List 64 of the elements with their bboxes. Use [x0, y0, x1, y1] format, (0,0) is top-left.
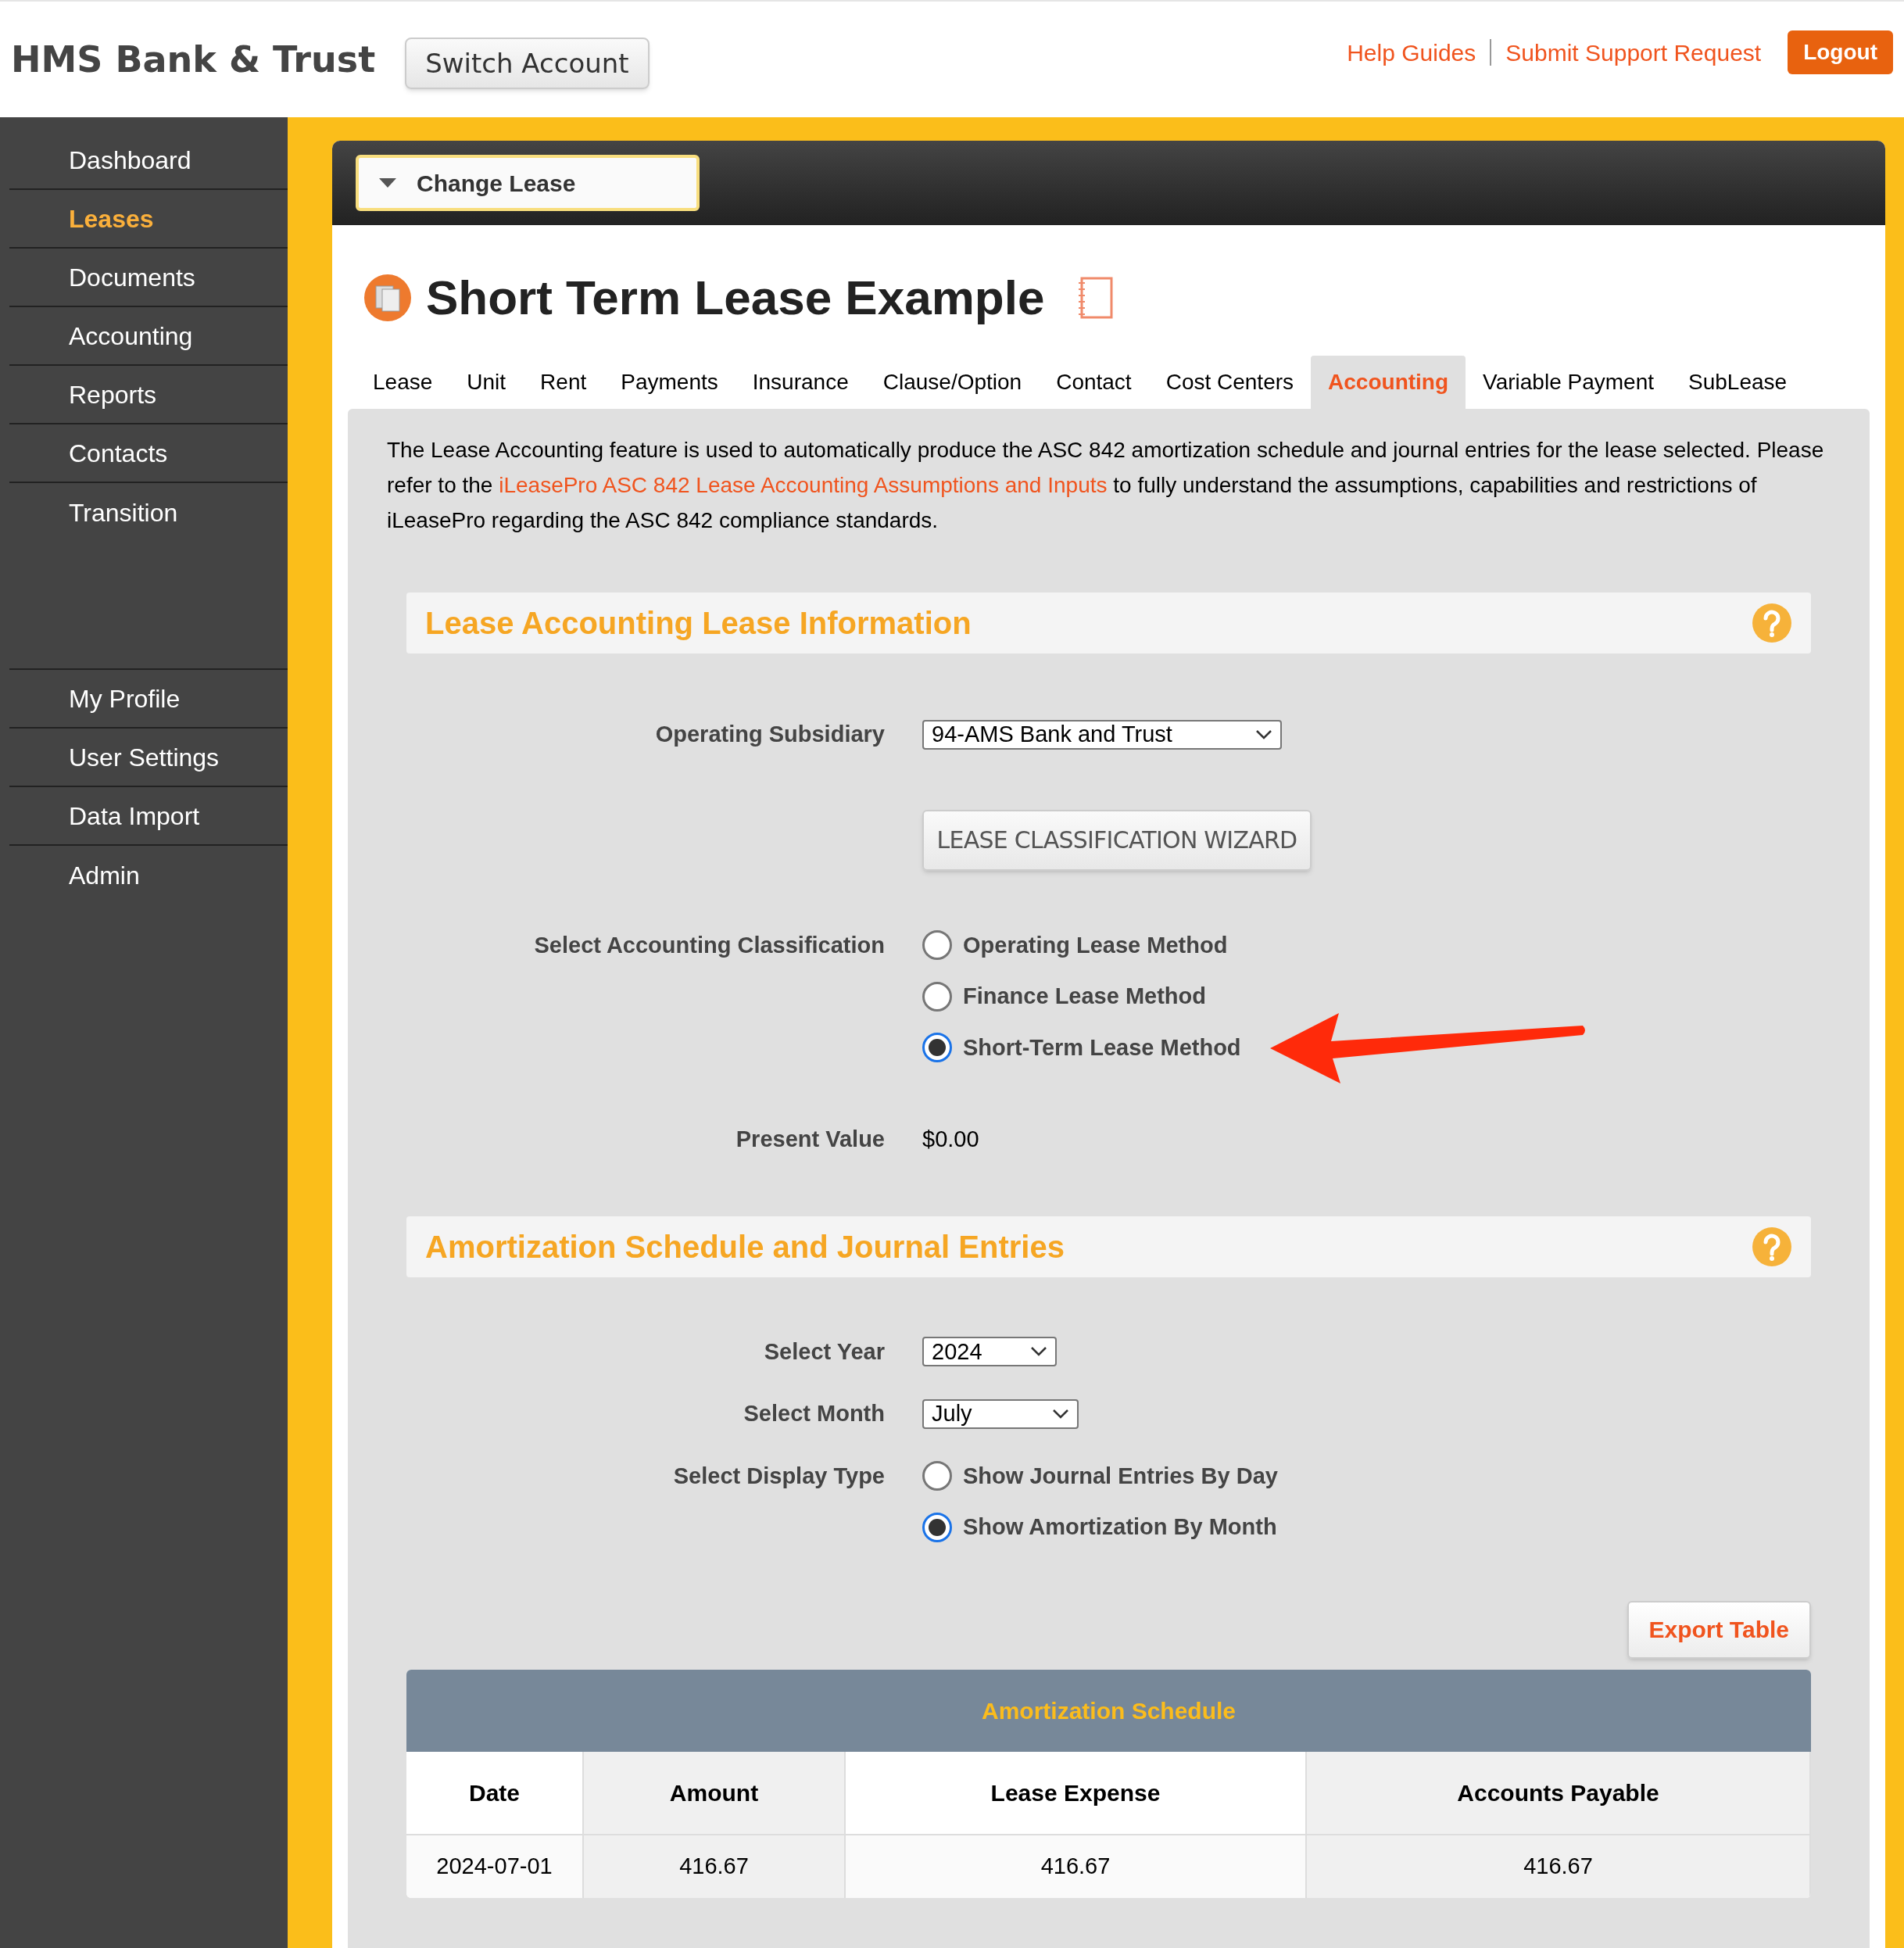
field-label: Select Accounting Classification	[534, 931, 885, 959]
tab[interactable]: Unit	[449, 356, 524, 409]
tab[interactable]: Clause/Option	[865, 356, 1040, 409]
chevron-down-icon	[1255, 729, 1272, 740]
brand-name: HMS Bank & Trust	[11, 37, 376, 82]
tab[interactable]: Cost Centers	[1148, 356, 1312, 409]
select-field[interactable]: 94-AMS Bank and Trust	[922, 719, 1282, 750]
sidebar-item[interactable]: Dashboard	[69, 141, 191, 179]
select-field[interactable]: July	[922, 1398, 1079, 1429]
header-link[interactable]: Help Guides	[1347, 34, 1476, 70]
change-lease-button[interactable]: Change Lease	[356, 155, 700, 211]
tab[interactable]: Rent	[523, 356, 604, 409]
chevron-down-icon	[1030, 1346, 1047, 1358]
caret-down-icon	[379, 178, 396, 188]
field-label: Select Year	[764, 1337, 885, 1366]
radio-button[interactable]	[922, 1512, 952, 1542]
tab[interactable]: Lease	[356, 356, 450, 409]
radio-button[interactable]	[922, 1033, 952, 1063]
tab[interactable]: Payments	[603, 356, 735, 409]
sidebar-item[interactable]: Transition	[69, 493, 178, 532]
lease-classification-wizard-button[interactable]: LEASE CLASSIFICATION WIZARD	[922, 809, 1312, 871]
field-label: Present Value	[735, 1126, 885, 1153]
table-cell: 416.67	[1307, 1835, 1811, 1898]
table-cell: 416.67	[846, 1835, 1307, 1898]
sidebar-item[interactable]: Reports	[69, 375, 157, 414]
column-header: Accounts Payable	[1307, 1751, 1811, 1834]
lease-title: Short Term Lease Example	[426, 270, 1045, 326]
tab[interactable]: Variable Payment	[1466, 356, 1671, 409]
tab[interactable]: SubLease	[1671, 356, 1805, 409]
tab[interactable]: Contact	[1039, 356, 1149, 409]
column-header: Amount	[584, 1751, 846, 1834]
field-label: Operating Subsidiary	[655, 721, 885, 748]
sidebar-item[interactable]: Leases	[69, 199, 154, 238]
sidebar-item[interactable]: Contacts	[69, 434, 168, 472]
table-title: Amortization Schedule	[981, 1696, 1236, 1725]
intro-paragraph: The Lease Accounting feature is used to automatically produce the ASC 842 amortization schedule and journal entries for the lease selected. Please refer to the iLeasePro ASC 842 Lease Accounting Assumptions and Inputs to fully understand the assumptions, capabilities and restrictions of iLeasePro regarding the ASC 842 compliance standards.	[387, 437, 1825, 534]
section-title: Amortization Schedule and Journal Entries	[425, 1228, 1065, 1266]
switch-account-button[interactable]: Switch Account	[405, 38, 650, 89]
radio-label[interactable]: Finance Lease Method	[963, 979, 1206, 1014]
radio-label[interactable]: Short-Term Lease Method	[963, 1030, 1241, 1065]
sidebar-item[interactable]: Accounting	[69, 317, 193, 355]
sidebar-item[interactable]: User Settings	[69, 738, 220, 776]
sidebar-item[interactable]: Documents	[69, 258, 195, 296]
radio-button[interactable]	[922, 930, 952, 961]
table-cell: 2024-07-01	[406, 1835, 584, 1898]
radio-button[interactable]	[922, 981, 952, 1012]
sidebar-item[interactable]: Data Import	[69, 797, 200, 835]
table-cell: 416.67	[584, 1835, 846, 1898]
tab[interactable]: Insurance	[735, 356, 866, 409]
radio-label[interactable]: Show Journal Entries By Day	[963, 1459, 1278, 1493]
present-value: $0.00	[922, 1126, 979, 1151]
header-link[interactable]: Submit Support Request	[1505, 34, 1762, 70]
select-field[interactable]: 2024	[922, 1337, 1057, 1367]
notebook-icon[interactable]	[1077, 276, 1114, 319]
documents-icon	[363, 273, 412, 322]
sidebar-item[interactable]: My Profile	[69, 679, 181, 718]
sidebar-item[interactable]: Admin	[69, 856, 140, 894]
section-title: Lease Accounting Lease Information	[425, 605, 972, 642]
radio-label[interactable]: Operating Lease Method	[963, 928, 1228, 962]
chevron-down-icon	[1052, 1408, 1069, 1420]
field-label: Select Display Type	[673, 1462, 885, 1490]
radio-label[interactable]: Show Amortization By Month	[963, 1510, 1277, 1545]
radio-button[interactable]	[922, 1461, 952, 1491]
field-label: Select Month	[743, 1400, 885, 1427]
